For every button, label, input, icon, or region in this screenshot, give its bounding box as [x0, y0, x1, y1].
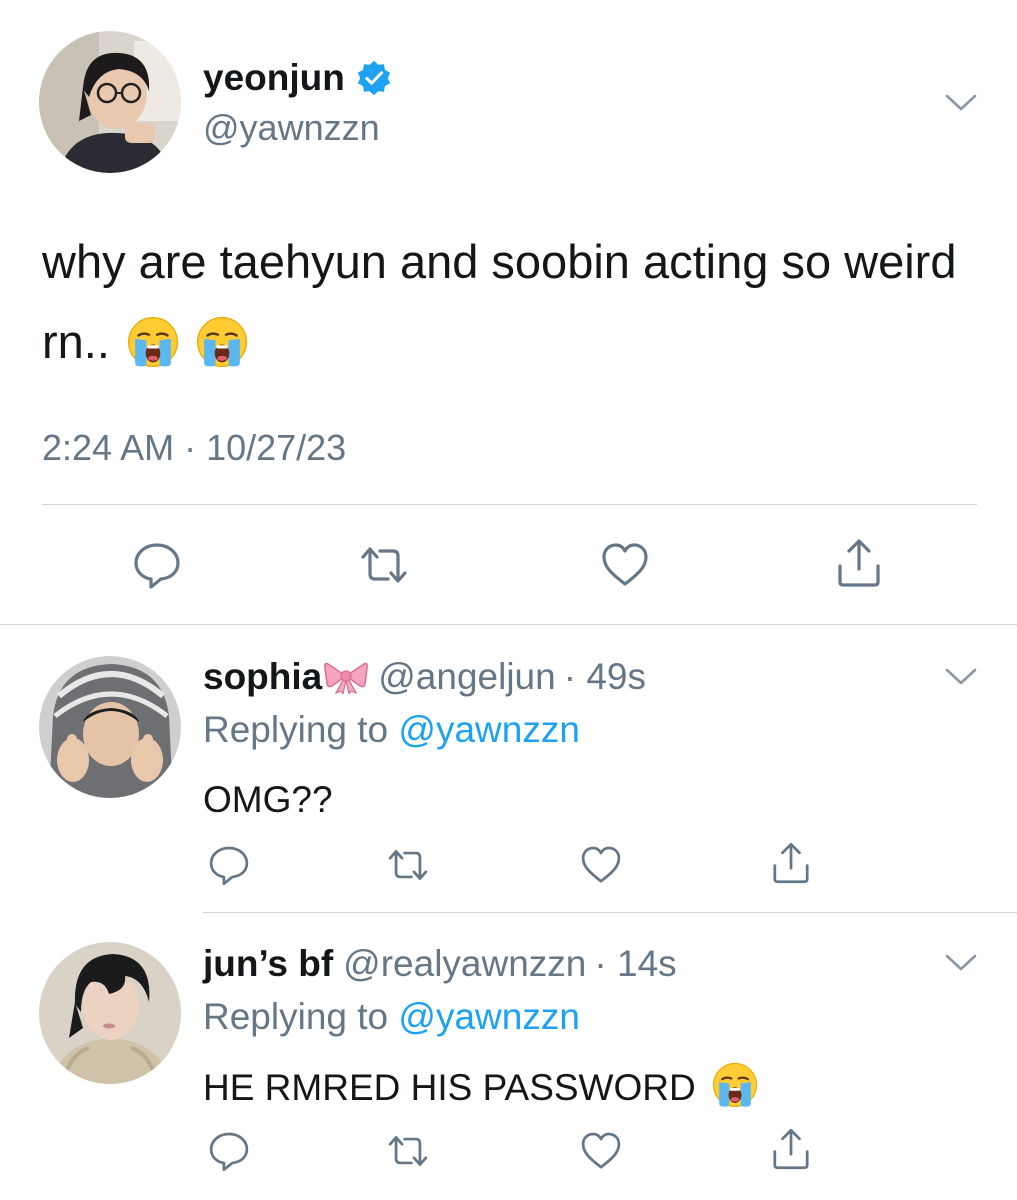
tweet-text-body: why are taehyun and soobin acting so wei…: [42, 235, 957, 368]
reply-icon[interactable]: [206, 842, 252, 888]
author-name-row[interactable]: yeonjun: [203, 58, 393, 98]
reply-text: HE RMRED HIS PASSWORD: [203, 1062, 758, 1108]
reply-header: jun’s bf @realyawnzzn · 14s: [203, 944, 677, 984]
avatar[interactable]: [39, 656, 181, 798]
reply-text-body: HE RMRED HIS PASSWORD: [203, 1067, 696, 1108]
share-icon[interactable]: [768, 840, 814, 886]
mention-link[interactable]: @yawnzzn: [398, 709, 580, 750]
avatar[interactable]: [39, 942, 181, 1084]
like-icon[interactable]: [578, 1128, 624, 1174]
author-name[interactable]: yeonjun: [203, 58, 345, 98]
verified-badge-icon: [355, 59, 393, 97]
share-icon[interactable]: [768, 1126, 814, 1172]
retweet-icon[interactable]: [385, 1128, 431, 1174]
reply-author-name[interactable]: jun’s bf: [203, 944, 333, 984]
like-icon[interactable]: [578, 842, 624, 888]
avatar[interactable]: [39, 31, 181, 173]
reply-time[interactable]: · 14s: [594, 944, 676, 984]
reply-text: OMG??: [203, 779, 333, 820]
retweet-icon[interactable]: [357, 538, 411, 592]
reply-author-handle[interactable]: @realyawnzzn: [343, 944, 586, 984]
mention-link[interactable]: @yawnzzn: [398, 996, 580, 1037]
loudly-crying-face-icon: [196, 316, 248, 368]
reply-header: sophia @angeljun · 49s: [203, 657, 646, 697]
chevron-down-icon[interactable]: [944, 92, 978, 114]
replying-to-label: Replying to: [203, 709, 389, 750]
loudly-crying-face-icon: [712, 1062, 758, 1108]
tweet-timestamp[interactable]: 2:24 AM · 10/27/23: [42, 428, 346, 468]
divider: [203, 912, 1017, 913]
ribbon-icon: [324, 662, 369, 694]
divider: [42, 504, 977, 505]
retweet-icon[interactable]: [385, 842, 431, 888]
replying-to: Replying to @yawnzzn: [203, 997, 580, 1037]
divider: [0, 624, 1017, 625]
reply-author-handle[interactable]: @angeljun: [378, 657, 555, 697]
reply-author-name[interactable]: sophia: [203, 657, 322, 697]
chevron-down-icon[interactable]: [944, 666, 978, 688]
chevron-down-icon[interactable]: [944, 952, 978, 974]
loudly-crying-face-icon: [127, 316, 179, 368]
tweet-text: why are taehyun and soobin acting so wei…: [42, 222, 992, 382]
share-icon[interactable]: [832, 536, 886, 590]
replying-to: Replying to @yawnzzn: [203, 710, 580, 750]
like-icon[interactable]: [598, 538, 652, 592]
replying-to-label: Replying to: [203, 996, 389, 1037]
reply-icon[interactable]: [130, 538, 184, 592]
reply-time[interactable]: · 49s: [564, 657, 646, 697]
author-handle[interactable]: @yawnzzn: [203, 108, 380, 148]
reply-icon[interactable]: [206, 1128, 252, 1174]
